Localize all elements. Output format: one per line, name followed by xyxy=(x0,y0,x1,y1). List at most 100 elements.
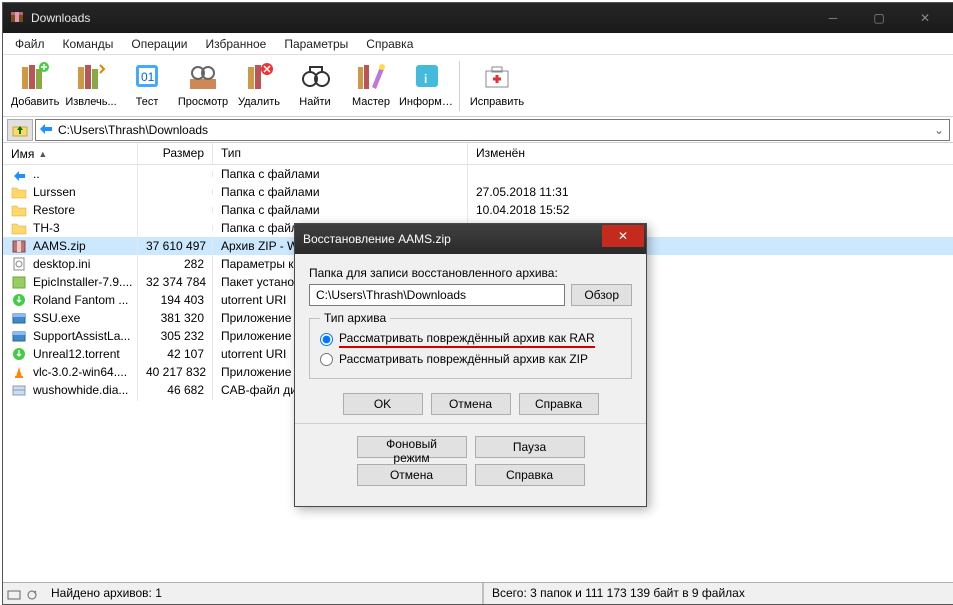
radio-rar[interactable]: Рассматривать повреждённый архив как RAR xyxy=(320,329,621,350)
menu-file[interactable]: Файл xyxy=(7,35,53,53)
radio-zip[interactable]: Рассматривать повреждённый архив как ZIP xyxy=(320,350,621,368)
file-name: Restore xyxy=(33,203,75,217)
books-add-icon xyxy=(17,58,53,94)
file-icon xyxy=(11,328,27,344)
test-label: Тест xyxy=(136,96,159,108)
maximize-button[interactable]: ▢ xyxy=(856,4,902,32)
file-size: 37 610 497 xyxy=(138,236,213,256)
file-name: TH-3 xyxy=(33,221,60,235)
extract-button[interactable]: Извлечь... xyxy=(63,57,119,115)
menubar: Файл Команды Операции Избранное Параметр… xyxy=(3,33,953,55)
up-folder-button[interactable] xyxy=(7,119,33,141)
col-modified[interactable]: Изменён xyxy=(468,143,953,164)
file-icon xyxy=(11,274,27,290)
file-name: AAMS.zip xyxy=(33,239,86,253)
menu-help[interactable]: Справка xyxy=(358,35,421,53)
file-icon xyxy=(11,364,27,380)
menu-options[interactable]: Параметры xyxy=(276,35,356,53)
toolbar-separator xyxy=(459,61,465,111)
folder-label: Папка для записи восстановленного архива… xyxy=(309,266,632,280)
ok-button[interactable]: OK xyxy=(343,393,423,415)
file-size: 42 107 xyxy=(138,344,213,364)
file-icon xyxy=(11,256,27,272)
col-name[interactable]: Имя ▲ xyxy=(3,143,138,164)
view-label: Просмотр xyxy=(178,96,228,108)
file-icon xyxy=(11,382,27,398)
path-combobox[interactable]: ⌄ xyxy=(35,119,950,141)
status-right: Всего: 3 папок и 111 173 139 байт в 9 фа… xyxy=(483,583,953,604)
file-size xyxy=(138,225,213,231)
file-size: 305 232 xyxy=(138,326,213,346)
background-button[interactable]: Фоновый режим xyxy=(357,436,467,458)
list-item[interactable]: Restore Папка с файлами10.04.2018 15:52 xyxy=(3,201,953,219)
path-input[interactable] xyxy=(56,123,931,137)
view-button[interactable]: Просмотр xyxy=(175,57,231,115)
file-name: Roland Fantom ... xyxy=(33,293,128,307)
browse-button[interactable]: Обзор xyxy=(571,284,632,306)
repair-button[interactable]: Исправить xyxy=(469,57,525,115)
info-label: Информация xyxy=(399,96,455,108)
file-size: 194 403 xyxy=(138,290,213,310)
folder-input[interactable] xyxy=(309,284,565,306)
file-icon xyxy=(11,310,27,326)
cancel-button[interactable]: Отмена xyxy=(431,393,511,415)
dialog-title: Восстановление AAMS.zip xyxy=(303,232,602,246)
list-item[interactable]: LurssenПапка с файлами27.05.2018 11:31 xyxy=(3,183,953,201)
add-button[interactable]: Добавить xyxy=(7,57,63,115)
status-icons xyxy=(3,583,43,604)
file-name: vlc-3.0.2-win64.... xyxy=(33,365,127,379)
file-size: 40 217 832 xyxy=(138,362,213,382)
wizard-button[interactable]: Мастер xyxy=(343,57,399,115)
list-item[interactable]: ..Папка с файлами xyxy=(3,165,953,183)
info-icon: i xyxy=(409,58,445,94)
group-legend: Тип архива xyxy=(320,311,390,325)
status-bar: Найдено архивов: 1 Всего: 3 папок и 111 … xyxy=(3,582,953,604)
test-icon: 01 xyxy=(129,58,165,94)
dialog-titlebar[interactable]: Восстановление AAMS.zip ✕ xyxy=(295,224,646,254)
file-icon xyxy=(11,292,27,308)
file-type: Папка с файлами xyxy=(213,200,468,220)
firstaid-icon xyxy=(479,58,515,94)
status-left: Найдено архивов: 1 xyxy=(43,583,483,604)
app-icon xyxy=(9,9,25,28)
radio-rar-input[interactable] xyxy=(320,333,333,346)
help-button[interactable]: Справка xyxy=(519,393,599,415)
find-button[interactable]: Найти xyxy=(287,57,343,115)
books-extract-icon xyxy=(73,58,109,94)
file-name: Lurssen xyxy=(33,185,76,199)
extract-label: Извлечь... xyxy=(65,96,116,108)
minimize-button[interactable]: ─ xyxy=(810,4,856,32)
radio-rar-label: Рассматривать повреждённый архив как RAR xyxy=(339,331,595,348)
menu-favorites[interactable]: Избранное xyxy=(198,35,275,53)
wizard-icon xyxy=(353,58,389,94)
add-label: Добавить xyxy=(11,96,60,108)
file-type: Папка с файлами xyxy=(213,164,468,184)
col-type[interactable]: Тип xyxy=(213,143,468,164)
list-header: Имя ▲ Размер Тип Изменён xyxy=(3,143,953,165)
file-name: SSU.exe xyxy=(33,311,80,325)
titlebar: Downloads ─ ▢ ✕ xyxy=(3,3,953,33)
cancel2-button[interactable]: Отмена xyxy=(357,464,467,486)
radio-zip-input[interactable] xyxy=(320,353,333,366)
delete-button[interactable]: Удалить xyxy=(231,57,287,115)
file-size xyxy=(138,171,213,177)
file-size: 381 320 xyxy=(138,308,213,328)
file-size: 32 374 784 xyxy=(138,272,213,292)
help2-button[interactable]: Справка xyxy=(475,464,585,486)
pause-button[interactable]: Пауза xyxy=(475,436,585,458)
info-button[interactable]: i Информация xyxy=(399,57,455,115)
file-name: Unreal12.torrent xyxy=(33,347,120,361)
file-date: 10.04.2018 15:52 xyxy=(468,200,953,220)
close-button[interactable]: ✕ xyxy=(902,4,948,32)
dialog-close-button[interactable]: ✕ xyxy=(602,225,644,247)
col-size[interactable]: Размер xyxy=(138,143,213,164)
find-icon xyxy=(297,58,333,94)
file-name: desktop.ini xyxy=(33,257,90,271)
menu-commands[interactable]: Команды xyxy=(55,35,122,53)
file-icon xyxy=(11,346,27,362)
chevron-down-icon[interactable]: ⌄ xyxy=(931,123,947,137)
menu-operations[interactable]: Операции xyxy=(123,35,195,53)
test-button[interactable]: 01 Тест xyxy=(119,57,175,115)
file-icon xyxy=(11,202,27,218)
file-size: 282 xyxy=(138,254,213,274)
